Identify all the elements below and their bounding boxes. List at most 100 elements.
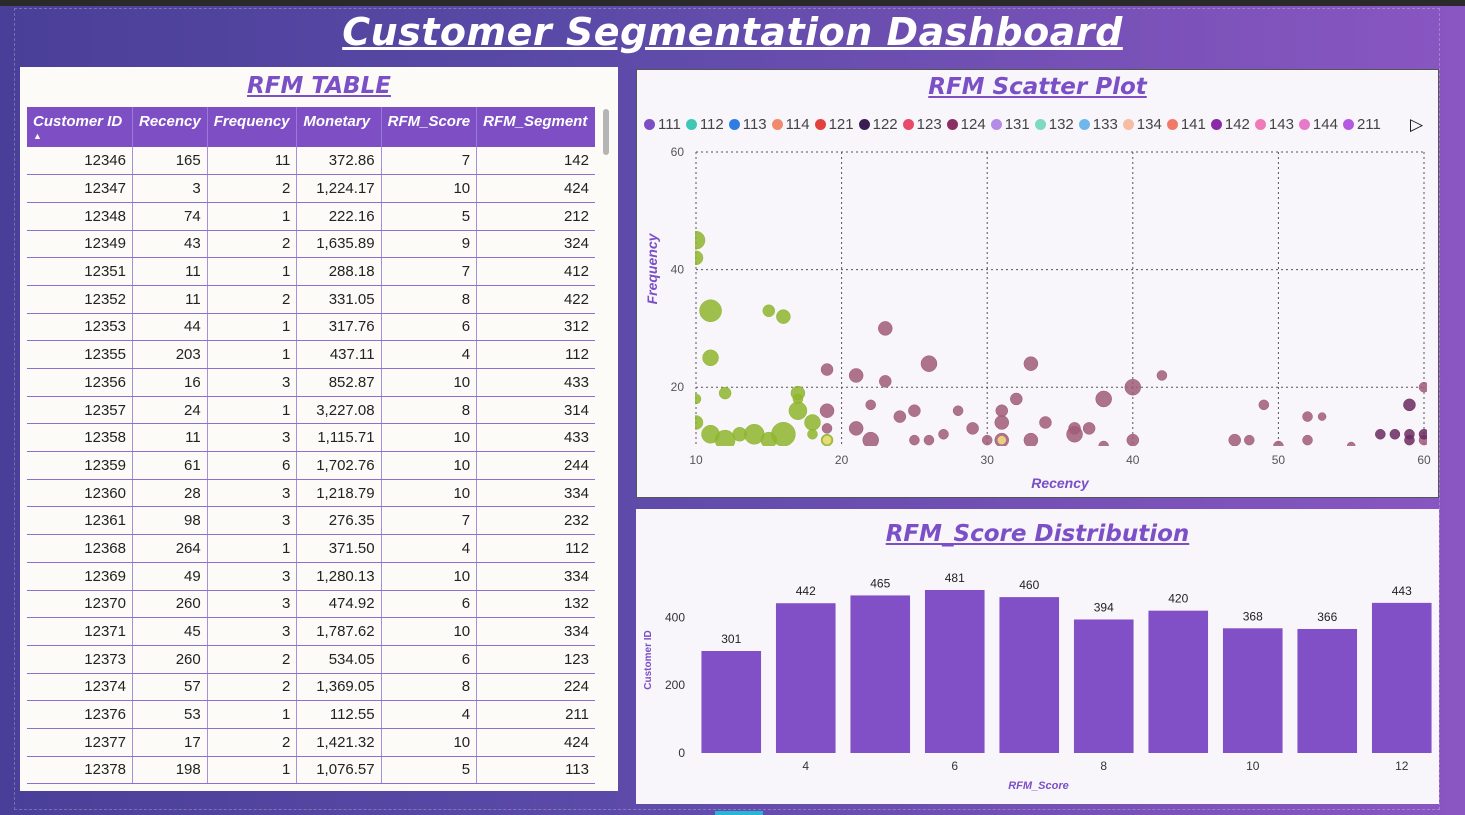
legend-item[interactable]: 132	[1034, 116, 1074, 133]
cell-customer-id: 12347	[27, 174, 133, 203]
bar-panel: RFM_Score Distribution 0 200 400 301 442 4 465…	[636, 509, 1439, 804]
page-tab-indicator[interactable]	[715, 811, 763, 815]
legend-item[interactable]: 113	[728, 116, 767, 133]
sort-ascending-icon[interactable]: ▲	[33, 132, 126, 141]
legend-item[interactable]: 111	[644, 116, 681, 133]
table-row[interactable]: 12373 260 2 534.05 6 123	[27, 645, 595, 674]
legend-item[interactable]: 124	[946, 116, 986, 133]
cell-rfm-segment: 244	[476, 451, 595, 480]
cell-frequency: 2	[207, 230, 298, 259]
legend-item[interactable]: 123	[902, 116, 942, 133]
legend-item[interactable]: 133	[1078, 116, 1118, 133]
scatter-point	[695, 393, 702, 405]
scatter-point	[1418, 428, 1427, 440]
bar	[775, 603, 836, 753]
table-row[interactable]: 12361 98 3 276.35 7 232	[27, 506, 595, 536]
cell-frequency: 1	[207, 202, 298, 231]
legend-item[interactable]: 143	[1254, 116, 1294, 133]
column-header-recency[interactable]: Recency	[132, 107, 208, 147]
cell-rfm-segment: 123	[476, 645, 595, 674]
table-row[interactable]: 12368 264 1 371.50 4 112	[27, 534, 595, 563]
cell-rfm-segment: 422	[476, 285, 595, 314]
legend-item[interactable]: 112	[685, 116, 724, 133]
table-scrollbar[interactable]	[602, 107, 610, 787]
legend-item[interactable]: 114	[771, 116, 810, 133]
legend-item[interactable]: 134	[1122, 116, 1162, 133]
cell-rfm-segment: 334	[476, 562, 595, 591]
legend-item[interactable]: 144	[1298, 116, 1338, 133]
scatter-point	[1156, 370, 1168, 381]
legend-item[interactable]: 142	[1210, 116, 1250, 133]
cell-customer-id: 12376	[27, 700, 133, 729]
table-row[interactable]: 12378 198 1 1,076.57 5 113	[27, 756, 595, 785]
window-top-bar	[0, 0, 1465, 6]
scatter-point	[1273, 440, 1284, 446]
cell-recency: 260	[132, 590, 208, 619]
table-row[interactable]: 12353 44 1 317.76 6 312	[27, 313, 595, 342]
column-header-monetary[interactable]: Monetary	[296, 107, 382, 147]
table-row[interactable]: 12360 28 3 1,218.79 10 334	[27, 479, 595, 508]
cell-frequency: 1	[207, 257, 298, 286]
legend-label: 112	[699, 116, 724, 133]
cell-frequency: 6	[207, 451, 298, 480]
table-row[interactable]: 12358 11 3 1,115.71 10 433	[27, 423, 595, 453]
table-row[interactable]: 12359 61 6 1,702.76 10 244	[27, 451, 595, 480]
table-row[interactable]: 12356 16 3 852.87 10 433	[27, 368, 595, 397]
column-header-rfm-segment[interactable]: RFM_Segment	[476, 107, 595, 147]
scatter-point	[821, 423, 833, 434]
table-row[interactable]: 12371 45 3 1,787.62 10 334	[27, 617, 595, 646]
cell-rfm-segment: 314	[476, 396, 595, 425]
scatter-point	[1418, 381, 1427, 393]
table-row[interactable]: 12374 57 2 1,369.05 8 224	[27, 673, 595, 702]
cell-customer-id: 12348	[27, 202, 133, 231]
cell-rfm-score: 10	[381, 368, 478, 397]
bar-title: RFM_Score Distribution	[885, 521, 1190, 547]
scatter-point	[1389, 428, 1401, 440]
legend-item[interactable]: 121	[814, 116, 854, 133]
legend-item[interactable]: 211	[1342, 116, 1381, 133]
table-row[interactable]: 12346 165 11 372.86 7 142	[27, 147, 595, 176]
table-row[interactable]: 12370 260 3 474.92 6 132	[27, 590, 595, 619]
play-right-icon[interactable]: ▷	[1410, 115, 1423, 135]
table-row[interactable]: 12347 3 2 1,224.17 10 424	[27, 174, 595, 203]
scatter-point	[732, 426, 747, 442]
cell-frequency: 3	[207, 562, 298, 591]
legend-item[interactable]: 141	[1166, 116, 1206, 133]
legend-item[interactable]: 122	[858, 116, 898, 133]
scatter-point	[1126, 433, 1140, 446]
table-row[interactable]: 12348 74 1 222.16 5 212	[27, 202, 595, 231]
table-row[interactable]: 12376 53 1 112.55 4 211	[27, 700, 595, 729]
table-row[interactable]: 12357 24 1 3,227.08 8 314	[27, 396, 595, 425]
legend-label: 144	[1312, 116, 1338, 133]
table-row[interactable]: 12351 11 1 288.18 7 412	[27, 257, 595, 286]
cell-recency: 44	[132, 313, 208, 342]
table-row[interactable]: 12377 17 2 1,421.32 10 424	[27, 728, 595, 757]
column-header-frequency[interactable]: Frequency	[207, 107, 298, 147]
scatter-point	[699, 299, 722, 323]
table-row[interactable]: 12369 49 3 1,280.13 10 334	[27, 562, 595, 591]
column-header-rfm-score[interactable]: RFM_Score	[381, 107, 478, 147]
cell-rfm-segment: 232	[476, 506, 595, 536]
table-row[interactable]: 12349 43 2 1,635.89 9 324	[27, 230, 595, 259]
cell-rfm-segment: 113	[476, 756, 595, 785]
scatter-point	[1023, 356, 1039, 371]
bar-value-label: 368	[1243, 609, 1263, 623]
scatter-point	[1403, 398, 1416, 412]
bar	[924, 590, 985, 753]
column-header-customer-id[interactable]: Customer ID ▲	[27, 107, 133, 147]
table-row[interactable]: 12352 11 2 331.05 8 422	[27, 285, 595, 314]
scatter-point	[952, 405, 964, 416]
legend-item[interactable]: 131	[990, 116, 1030, 133]
cell-frequency: 2	[207, 174, 298, 203]
scatter-point	[1082, 422, 1096, 435]
cell-frequency: 1	[207, 700, 298, 729]
column-header-label: RFM_Segment	[483, 113, 588, 130]
table-row[interactable]: 12355 203 1 437.11 4 112	[27, 340, 595, 369]
bar-value-label: 460	[1019, 578, 1039, 592]
cell-customer-id: 12378	[27, 756, 133, 785]
legend-label: 141	[1180, 116, 1206, 133]
table-scrollbar-thumb[interactable]	[603, 109, 609, 155]
cell-rfm-segment: 424	[476, 728, 595, 757]
cell-customer-id: 12370	[27, 590, 133, 619]
cell-monetary: 288.18	[296, 257, 382, 286]
